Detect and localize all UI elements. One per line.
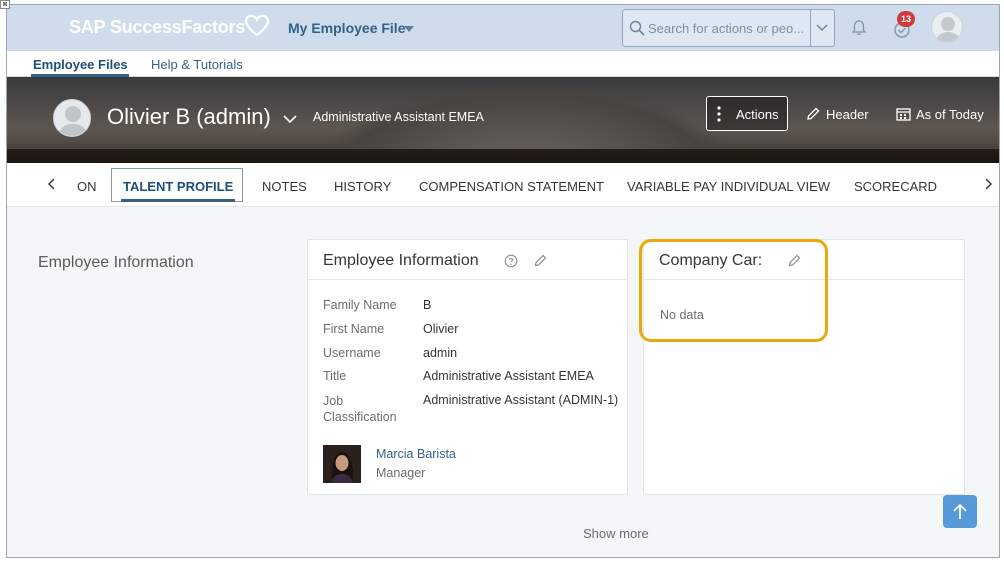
tab-talent-profile[interactable]: TALENT PROFILE [123, 179, 233, 194]
tab-compensation-statement[interactable]: COMPENSATION STATEMENT [419, 179, 604, 194]
header-label: Header [826, 107, 869, 122]
more-vertical-icon [717, 106, 721, 122]
arrow-up-icon [953, 503, 967, 519]
tab-scorecard[interactable]: SCORECARD [854, 179, 937, 194]
profile-avatar [53, 99, 91, 137]
subnav-help-tutorials[interactable]: Help & Tutorials [151, 57, 243, 72]
field-value-username: admin [423, 346, 458, 360]
field-value-job-classification: Administrative Assistant (ADMIN-1) [423, 393, 619, 407]
field-label-title: Title [323, 369, 347, 383]
as-of-date-button[interactable]: As of Today [894, 106, 994, 126]
employee-information-card: Employee Information Family Name B First… [307, 239, 628, 495]
tab-variable-pay[interactable]: VARIABLE PAY INDIVIDUAL VIEW [627, 179, 830, 194]
field-label-first-name: First Name [323, 322, 385, 336]
user-silhouette-icon [935, 17, 961, 42]
search-field[interactable]: Search for actions or peo... [622, 9, 835, 47]
card-header: Employee Information [308, 240, 627, 280]
corner-marker: ⊠ [0, 0, 10, 9]
employee-name[interactable]: Olivier B (admin) [107, 104, 271, 130]
secondary-nav: Employee Files Help & Tutorials [7, 51, 999, 77]
caret-down-icon[interactable] [404, 26, 414, 32]
chevron-down-icon[interactable] [816, 24, 828, 32]
as-of-label: As of Today [916, 107, 984, 122]
app-frame: SAP SuccessFactors My Employee File Sear… [6, 4, 1000, 558]
tab-clipped[interactable]: ON [77, 179, 97, 194]
pencil-icon [807, 107, 820, 120]
field-label-username: Username [323, 346, 381, 360]
subnav-employee-files[interactable]: Employee Files [33, 57, 128, 72]
field-label-job-classification: Job Classification [323, 394, 397, 424]
highlight-callout [639, 239, 828, 342]
field-value-title: Administrative Assistant EMEA [423, 369, 594, 383]
manager-photo[interactable] [323, 445, 361, 483]
section-tabs: ON TALENT PROFILE NOTES HISTORY COMPENSA… [7, 163, 999, 207]
show-more-link[interactable]: Show more [583, 526, 649, 541]
manager-portrait [323, 445, 361, 483]
search-icon [629, 20, 645, 36]
brand-logo[interactable]: SAP SuccessFactors [69, 17, 245, 38]
scroll-to-top-button[interactable] [943, 495, 977, 528]
search-placeholder[interactable]: Search for actions or peo... [648, 21, 804, 36]
field-value-family-name: B [423, 298, 432, 312]
bell-icon[interactable] [850, 19, 868, 37]
heart-logo-icon [244, 14, 270, 37]
profile-header: Olivier B (admin) Administrative Assista… [7, 77, 999, 163]
calendar-icon [896, 108, 911, 121]
field-value-first-name: Olivier [423, 322, 459, 336]
chevron-down-icon[interactable] [283, 115, 297, 124]
help-icon[interactable] [504, 254, 518, 268]
shell-bar: SAP SuccessFactors My Employee File Sear… [7, 5, 999, 51]
tab-notes[interactable]: NOTES [262, 179, 307, 194]
background-treeline [7, 149, 999, 163]
employee-job-title: Administrative Assistant EMEA [313, 110, 484, 124]
pencil-icon[interactable] [534, 254, 547, 267]
tab-active-indicator [121, 199, 235, 202]
search-divider [810, 10, 811, 46]
field-label-family-name: Family Name [323, 298, 397, 312]
chevron-left-icon[interactable] [45, 177, 59, 191]
main-content: Employee Information Employee Informatio… [7, 208, 999, 557]
chevron-right-icon[interactable] [981, 177, 995, 191]
actions-button[interactable]: Actions [706, 96, 788, 131]
card-title: Employee Information [323, 252, 479, 269]
header-button[interactable]: Header [804, 106, 874, 126]
user-avatar[interactable] [931, 11, 963, 43]
manager-role: Manager [376, 466, 426, 480]
user-silhouette-icon [58, 106, 88, 136]
section-title: Employee Information [38, 254, 194, 271]
notification-badge: 13 [897, 11, 915, 27]
actions-label: Actions [736, 107, 779, 122]
module-switcher[interactable]: My Employee File [288, 20, 405, 36]
tab-history[interactable]: HISTORY [334, 179, 391, 194]
manager-name-link[interactable]: Marcia Barista [376, 447, 456, 461]
